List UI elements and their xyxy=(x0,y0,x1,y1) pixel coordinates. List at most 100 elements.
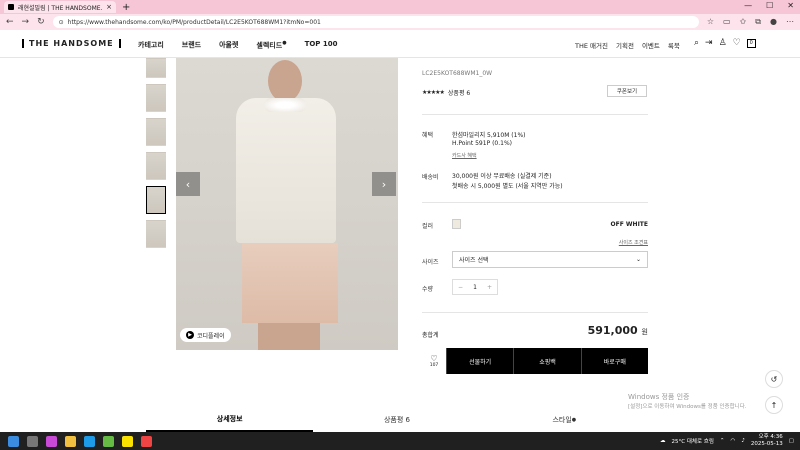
star-icon[interactable]: ☆ xyxy=(707,17,714,27)
benefit-mileage: 한섬마일리지 5,910M (1%) xyxy=(452,132,526,139)
buy-now-button[interactable]: 바로구매 xyxy=(580,348,648,374)
color-label: 컬러 xyxy=(422,223,434,230)
nav-brand[interactable]: 브랜드 xyxy=(182,40,201,50)
nav-category[interactable]: 카테고리 xyxy=(138,40,164,50)
reload-icon[interactable]: ↻ xyxy=(37,17,45,27)
file-explorer-icon[interactable] xyxy=(65,435,76,447)
favorites-icon[interactable]: ✩ xyxy=(740,17,747,27)
site-logo[interactable]: THE HANDSOME xyxy=(22,39,121,48)
qty-minus-button[interactable]: − xyxy=(458,284,463,291)
url-text[interactable]: https://www.thehandsome.com/ko/PM/produc… xyxy=(68,19,321,26)
model-cardigan xyxy=(236,98,336,243)
volume-icon[interactable]: ♪ xyxy=(741,438,745,444)
nav-top100[interactable]: TOP 100 xyxy=(305,40,338,50)
search-icon[interactable] xyxy=(27,435,38,447)
size-select[interactable]: 사이즈 선택 ⌄ xyxy=(452,251,648,268)
logout-icon[interactable]: ⇥ xyxy=(705,38,713,48)
shopping-bag-button[interactable]: 쇼핑백 xyxy=(513,348,581,374)
nav-selected[interactable]: 셀렉티드● xyxy=(256,40,286,50)
more-icon[interactable]: ⋯ xyxy=(786,17,794,27)
nav-outlet[interactable]: 아울렛 xyxy=(219,40,238,50)
app-icon[interactable] xyxy=(141,435,152,447)
heart-icon[interactable]: ♡ xyxy=(733,38,741,48)
scroll-top-icon[interactable]: ↑ xyxy=(765,396,783,414)
color-swatch[interactable] xyxy=(452,219,461,229)
prev-image-button[interactable]: ‹ xyxy=(176,172,200,196)
clock[interactable]: 오후 4:36 2025-05-13 xyxy=(751,434,783,448)
favicon-icon xyxy=(8,4,14,10)
nav-exhibition[interactable]: 기획전 xyxy=(616,40,634,50)
chevron-down-icon: ⌄ xyxy=(635,256,641,263)
thumbnail-selected[interactable] xyxy=(146,186,166,214)
tab-style[interactable]: 스타일 ● xyxy=(481,408,648,432)
gift-button[interactable]: 선물하기 xyxy=(446,348,514,374)
review-count[interactable]: 상품평 6 xyxy=(448,88,470,97)
browser-tab[interactable]: 래현설밀림 | THE HANDSOME.CO × xyxy=(4,1,116,13)
tab-detail[interactable]: 상세정보 xyxy=(146,408,314,432)
thumbnail[interactable] xyxy=(146,220,166,248)
tab-close-icon[interactable]: × xyxy=(106,3,112,11)
split-screen-icon[interactable]: ▭ xyxy=(723,17,731,27)
history-icon[interactable]: ↺ xyxy=(765,370,783,388)
rating[interactable]: ★★★★★ 상품평 6 xyxy=(422,88,470,97)
thumbnail[interactable] xyxy=(146,84,166,112)
tab-title: 래현설밀림 | THE HANDSOME.CO xyxy=(18,4,103,12)
total-price: 591,000 원 xyxy=(587,324,648,337)
next-image-button[interactable]: › xyxy=(372,172,396,196)
site-info-icon[interactable]: ⊙ xyxy=(59,19,64,26)
browser-actions: ☆ ▭ ✩ ⧉ ● ⋯ xyxy=(707,17,794,27)
start-icon[interactable] xyxy=(8,435,19,447)
thumbnail[interactable] xyxy=(146,58,166,78)
header-icons: ⌕ ⇥ ♙ ♡ 0 xyxy=(694,38,756,48)
shipping-label: 배송비 xyxy=(422,174,439,181)
window-controls: — ☐ ✕ xyxy=(744,1,794,10)
play-icon: ▶ xyxy=(186,331,194,339)
product-sku: LC2E5KOT688WM1_0W xyxy=(422,70,493,77)
collections-icon[interactable]: ⧉ xyxy=(755,17,761,27)
qty-plus-button[interactable]: + xyxy=(487,284,492,291)
stars-icon: ★★★★★ xyxy=(422,89,445,96)
notification-icon[interactable]: ▢ xyxy=(789,438,794,444)
quantity-stepper: − 1 + xyxy=(452,279,498,295)
close-window-button[interactable]: ✕ xyxy=(787,1,794,10)
coordi-play-button[interactable]: ▶ 코디플레이 xyxy=(180,328,231,342)
tray-arrow-icon[interactable]: ⌃ xyxy=(720,438,725,444)
thumbnail[interactable] xyxy=(146,152,166,180)
new-tab-button[interactable]: + xyxy=(122,2,130,13)
site-header: THE HANDSOME 카테고리 브랜드 아울렛 셀렉티드● TOP 100 … xyxy=(0,30,800,58)
nav-event[interactable]: 이벤트 xyxy=(642,40,660,50)
address-bar[interactable]: ⊙ https://www.thehandsome.com/ko/PM/prod… xyxy=(52,16,699,28)
card-benefit-link[interactable]: 카드사 혜택 xyxy=(452,152,477,159)
thumbnail[interactable] xyxy=(146,118,166,146)
minimize-button[interactable]: — xyxy=(744,1,752,10)
shipping-first: 첫배송 시 5,000원 별도 (서울 지역만 가능) xyxy=(452,183,563,190)
maximize-button[interactable]: ☐ xyxy=(766,1,773,10)
app-icon[interactable] xyxy=(103,435,114,447)
coupon-button[interactable]: 쿠폰보기 xyxy=(607,85,647,97)
nav-lookbook[interactable]: 룩북 xyxy=(668,40,680,50)
user-icon[interactable]: ♙ xyxy=(719,38,727,48)
product-image: ‹ › ▶ 코디플레이 xyxy=(176,58,398,350)
qty-value[interactable]: 1 xyxy=(473,284,477,291)
forward-icon[interactable]: → xyxy=(22,17,30,27)
purchase-actions: ♡ 107 선물하기 쇼핑백 바로구매 xyxy=(422,348,648,374)
size-guide-link[interactable]: 사이즈 조견표 xyxy=(619,239,648,246)
profile-icon[interactable]: ● xyxy=(770,17,777,27)
kakaotalk-icon[interactable] xyxy=(122,435,133,447)
edge-icon[interactable] xyxy=(84,435,95,447)
watermark-title: Windows 정품 인증 xyxy=(628,393,690,401)
weather-icon[interactable]: ☁ xyxy=(660,438,666,444)
tab-reviews[interactable]: 상품평 6 xyxy=(313,408,480,432)
new-dot-icon: ● xyxy=(571,417,577,423)
wifi-icon[interactable]: ◠ xyxy=(731,438,736,444)
cart-icon[interactable]: 0 xyxy=(746,38,756,48)
model-legs xyxy=(258,323,320,350)
divider xyxy=(422,114,648,115)
back-icon[interactable]: ← xyxy=(6,17,14,27)
search-icon[interactable]: ⌕ xyxy=(694,38,699,48)
model-shorts xyxy=(242,243,338,323)
weather-text[interactable]: 25°C 대체로 흐림 xyxy=(672,437,714,445)
copilot-icon[interactable] xyxy=(46,435,57,447)
nav-magazine[interactable]: THE 매거진 xyxy=(575,40,608,50)
like-button[interactable]: ♡ 107 xyxy=(422,348,446,374)
